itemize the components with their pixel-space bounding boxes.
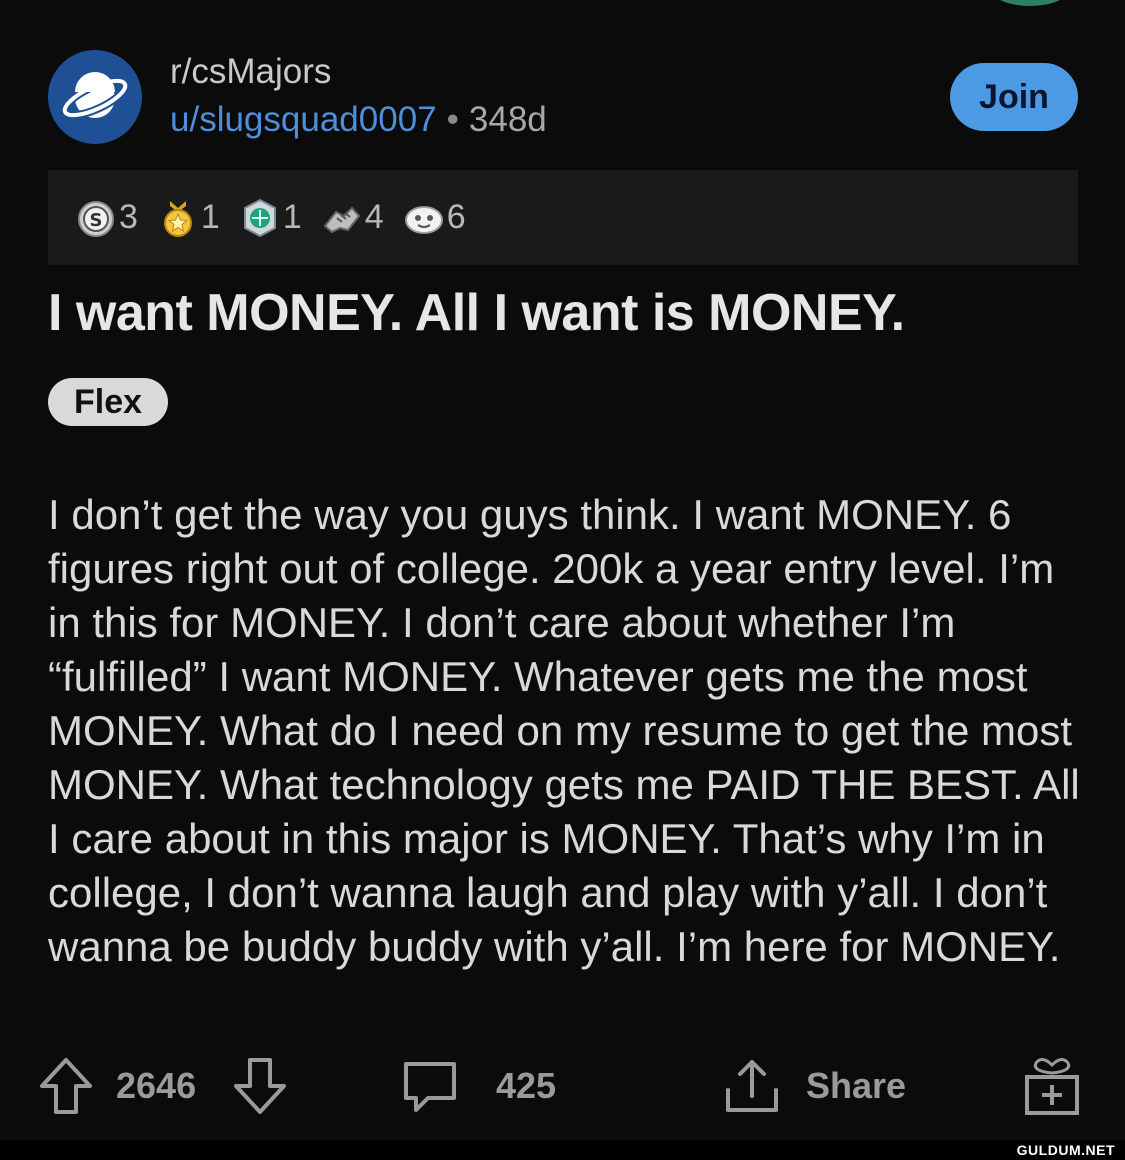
action-bar: 2646 425 Share [0, 1050, 1125, 1122]
platinum-award-icon [243, 198, 276, 237]
comments-button[interactable] [400, 1050, 460, 1122]
share-icon [726, 1060, 778, 1112]
comment-count: 425 [496, 1065, 557, 1106]
share-label: Share [806, 1065, 907, 1106]
author-link[interactable]: u/slugsquad0007 [170, 100, 437, 139]
helpful-award-icon [404, 205, 443, 234]
downvote-arrow-icon [234, 1058, 286, 1114]
silver-award-icon: S [78, 200, 114, 237]
award-count: 1 [282, 198, 302, 236]
handshake-award-icon [323, 206, 361, 233]
post-age: 348d [468, 100, 547, 139]
award-helpful[interactable]: 6 [404, 198, 466, 238]
downvote-button[interactable] [232, 1050, 288, 1122]
award-silver[interactable]: S 3 [76, 198, 138, 238]
post-flair[interactable]: Flex [48, 378, 169, 426]
award-handshake[interactable]: 4 [322, 198, 384, 238]
comments-count-wrap: 425 [496, 1050, 556, 1122]
watermark: GULDUM.NET [1016, 1142, 1115, 1158]
share-button[interactable]: Share [722, 1050, 906, 1122]
gold-award-icon [163, 200, 192, 237]
award-button[interactable] [1022, 1050, 1082, 1122]
upvote-arrow-icon [40, 1058, 92, 1114]
subreddit-avatar[interactable] [48, 50, 142, 144]
post-header: r/csMajors u/slugsquad0007 • 348d Join [48, 50, 1078, 146]
post-title: I want MONEY. All I want is MONEY. [48, 284, 905, 342]
award-count: 3 [119, 198, 138, 236]
award-count: 4 [364, 198, 384, 236]
post-body: I don’t get the way you guys think. I wa… [48, 491, 1080, 970]
award-count: 6 [446, 198, 466, 236]
svg-text:S: S [90, 210, 103, 231]
planet-icon [60, 72, 130, 120]
award-platinum[interactable]: 1 [240, 198, 302, 238]
gift-icon [1025, 1058, 1079, 1115]
score-count: 2646 [116, 1065, 197, 1106]
award-count: 1 [200, 198, 220, 236]
footer-band: GULDUM.NET [0, 1140, 1125, 1160]
awards-bar[interactable]: S 3 1 1 4 6 [48, 170, 1078, 265]
award-gold[interactable]: 1 [158, 198, 220, 238]
join-button[interactable]: Join [950, 63, 1078, 131]
subreddit-name[interactable]: r/csMajors [170, 52, 331, 92]
corner-decoration [990, 0, 1070, 6]
meta-separator: • [446, 100, 459, 139]
vote-score: 2646 [116, 1050, 196, 1122]
upvote-button[interactable] [38, 1050, 94, 1122]
post-meta: u/slugsquad0007 • 348d [170, 100, 547, 140]
comment-bubble-icon [404, 1062, 456, 1112]
